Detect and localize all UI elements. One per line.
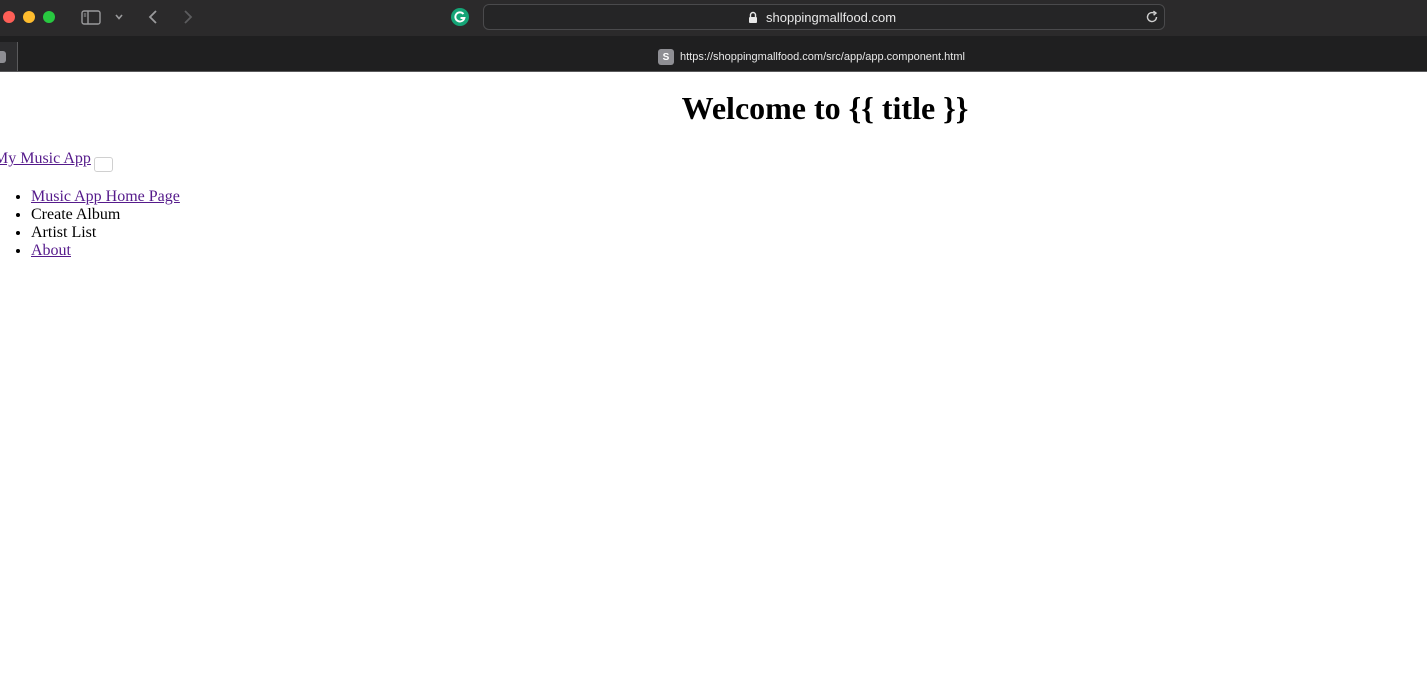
nav-link-home[interactable]: Music App Home Page — [31, 188, 180, 205]
brand-link[interactable]: My Music App — [0, 150, 91, 168]
back-arrow-icon[interactable] — [145, 7, 161, 27]
nav-item-about: About — [31, 242, 180, 260]
site-favicon-icon: S — [658, 49, 674, 65]
nav-label-artist-list: Artist List — [31, 224, 97, 241]
navbar-toggler-button[interactable] — [93, 157, 113, 172]
lock-icon — [748, 11, 758, 29]
forward-arrow-icon[interactable] — [180, 7, 196, 27]
grammarly-extension-icon[interactable] — [451, 8, 469, 26]
nav-item-artist-list[interactable]: Artist List — [31, 224, 180, 242]
address-bar-url: shoppingmallfood.com — [766, 10, 897, 25]
reload-icon[interactable] — [1145, 10, 1159, 29]
tab-title[interactable]: S https://shoppingmallfood.com/src/app/a… — [658, 49, 965, 65]
close-window-button[interactable] — [3, 11, 15, 23]
nav-link-about[interactable]: About — [31, 242, 71, 259]
browser-tab[interactable] — [0, 42, 18, 71]
tab-url: https://shoppingmallfood.com/src/app/app… — [680, 51, 965, 63]
page-title: Welcome to {{ title }} — [681, 90, 969, 126]
address-bar[interactable]: shoppingmallfood.com — [483, 4, 1165, 30]
tab-bar: S https://shoppingmallfood.com/src/app/a… — [0, 36, 1427, 72]
page-content: Welcome to {{ title }} My Music App Musi… — [0, 72, 1427, 694]
nav-item-create-album[interactable]: Create Album — [31, 206, 180, 224]
browser-toolbar: shoppingmallfood.com — [0, 0, 1427, 36]
sidebar-toggle-icon[interactable] — [80, 7, 102, 27]
nav-item-home: Music App Home Page — [31, 188, 180, 206]
tab-favicon-icon — [0, 51, 6, 63]
navbar: My Music App — [0, 150, 113, 172]
nav-label-create-album: Create Album — [31, 206, 121, 223]
chevron-down-icon[interactable] — [113, 7, 125, 27]
nav-list: Music App Home Page Create Album Artist … — [0, 188, 180, 260]
zoom-window-button[interactable] — [43, 11, 55, 23]
minimize-window-button[interactable] — [23, 11, 35, 23]
